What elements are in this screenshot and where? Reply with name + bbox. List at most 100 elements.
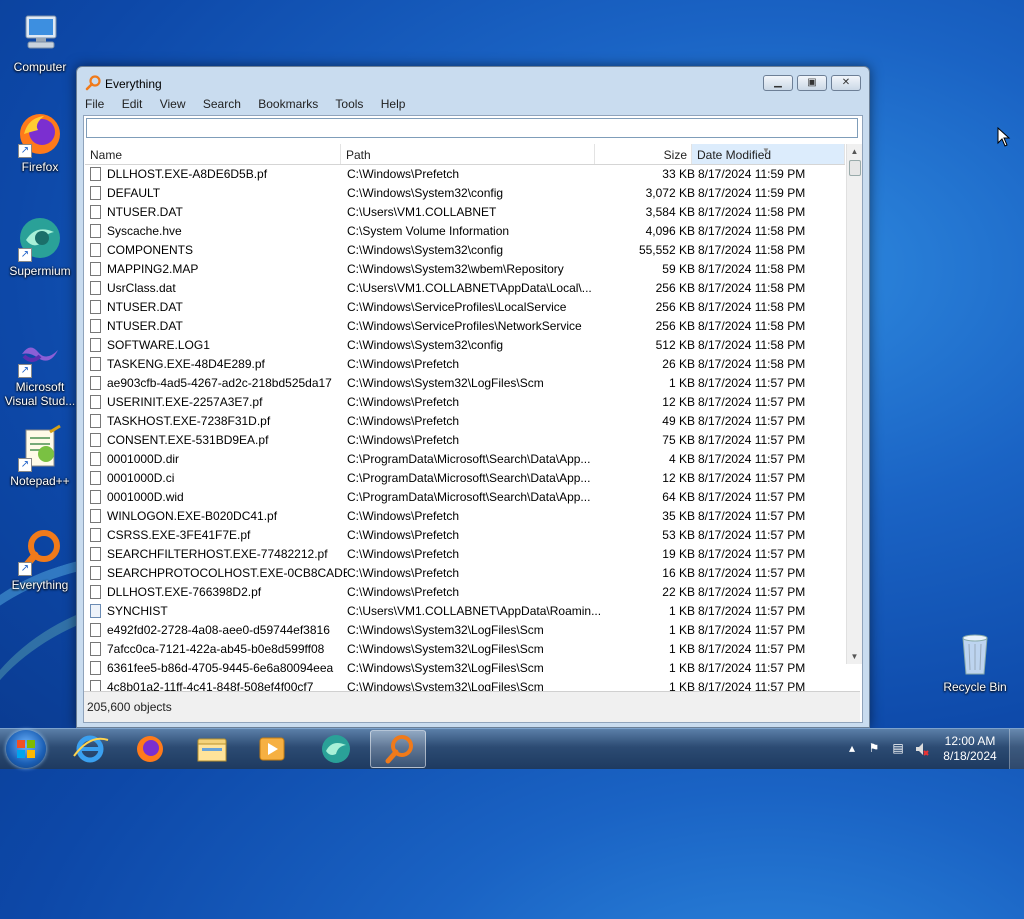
file-path-cell: C:\ProgramData\Microsoft\Search\Data\App… xyxy=(347,471,591,485)
maximize-button[interactable]: ▣ xyxy=(797,75,827,91)
table-row[interactable]: NTUSER.DAT C:\Windows\ServiceProfiles\Loc… xyxy=(85,298,845,317)
table-row[interactable]: NTUSER.DAT C:\Users\VM1.COLLABNET 3,584 KB… xyxy=(85,203,845,222)
start-button[interactable] xyxy=(6,730,46,768)
file-size-cell: 49 KB xyxy=(662,414,695,428)
table-row[interactable]: TASKHOST.EXE-7238F31D.pf C:\Windows\Prefe… xyxy=(85,412,845,431)
table-row[interactable]: SYNCHIST C:\Users\VM1.COLLABNET\AppData\R… xyxy=(85,602,845,621)
desktop-icon-recycle-bin[interactable]: Recycle Bin xyxy=(935,630,1015,694)
file-path-cell: C:\Windows\System32\config xyxy=(347,243,504,257)
table-row[interactable]: 7afcc0ca-7121-422a-ab45-b0e8d599ff08 C:\W… xyxy=(85,640,845,659)
table-row[interactable]: SEARCHPROTOCOLHOST.EXE-0CB8CADE... C:\Win… xyxy=(85,564,845,583)
file-size-cell: 3,072 KB xyxy=(645,186,695,200)
menu-view[interactable]: View xyxy=(160,97,186,111)
desktop-icon-notepad-plus-plus[interactable]: ↗ Notepad++ xyxy=(0,424,80,488)
desktop-icon-everything[interactable]: ↗ Everything xyxy=(0,528,80,592)
date-modified-cell: 8/17/2024 11:57 PM xyxy=(698,376,806,390)
file-path-cell: C:\ProgramData\Microsoft\Search\Data\App… xyxy=(347,490,591,504)
scrollbar-thumb[interactable] xyxy=(849,160,861,176)
table-row[interactable]: DEFAULT C:\Windows\System32\config 3,072 K… xyxy=(85,184,845,203)
volume-muted-icon[interactable] xyxy=(914,741,930,757)
file-size-cell: 1 KB xyxy=(668,661,695,675)
shortcut-arrow-icon: ↗ xyxy=(18,562,32,576)
date-modified-cell: 8/17/2024 11:59 PM xyxy=(698,167,806,181)
menu-bookmarks[interactable]: Bookmarks xyxy=(258,97,318,111)
file-icon xyxy=(90,414,101,428)
close-button[interactable]: ✕ xyxy=(831,75,861,91)
menu-edit[interactable]: Edit xyxy=(122,97,143,111)
menu-search[interactable]: Search xyxy=(203,97,241,111)
taskbar-internet-explorer[interactable] xyxy=(62,730,118,768)
date-modified-cell: 8/17/2024 11:58 PM xyxy=(698,205,806,219)
table-row[interactable]: DLLHOST.EXE-766398D2.pf C:\Windows\Prefet… xyxy=(85,583,845,602)
taskbar-everything[interactable] xyxy=(370,730,426,768)
supermium-icon xyxy=(322,735,350,763)
menu-tools[interactable]: Tools xyxy=(335,97,363,111)
date-modified-cell: 8/17/2024 11:58 PM xyxy=(698,357,806,371)
vertical-scrollbar[interactable]: ▲ ▼ xyxy=(846,144,862,664)
column-header-path[interactable]: Path xyxy=(341,144,595,164)
network-icon[interactable]: ▤ xyxy=(890,741,906,757)
table-row[interactable]: NTUSER.DAT C:\Windows\ServiceProfiles\Net… xyxy=(85,317,845,336)
date-modified-cell: 8/17/2024 11:57 PM xyxy=(698,433,806,447)
table-row[interactable]: SOFTWARE.LOG1 C:\Windows\System32\config 5… xyxy=(85,336,845,355)
table-row[interactable]: USERINIT.EXE-2257A3E7.pf C:\Windows\Prefe… xyxy=(85,393,845,412)
table-row[interactable]: 0001000D.wid C:\ProgramData\Microsoft\Sea… xyxy=(85,488,845,507)
shortcut-arrow-icon: ↗ xyxy=(18,458,32,472)
taskbar-supermium[interactable] xyxy=(308,730,364,768)
file-name-cell: SYNCHIST xyxy=(107,604,168,618)
show-desktop-button[interactable] xyxy=(1009,729,1024,769)
column-header-name[interactable]: Name xyxy=(85,144,341,164)
visual-studio-icon: ↗ xyxy=(16,330,64,378)
date-modified-cell: 8/17/2024 11:57 PM xyxy=(698,585,806,599)
desktop-icon-computer[interactable]: Computer xyxy=(0,10,80,74)
scroll-up-icon[interactable]: ▲ xyxy=(847,144,862,159)
table-row[interactable]: 0001000D.ci C:\ProgramData\Microsoft\Sear… xyxy=(85,469,845,488)
table-row[interactable]: TASKENG.EXE-48D4E289.pf C:\Windows\Prefet… xyxy=(85,355,845,374)
file-icon xyxy=(90,338,101,352)
table-row[interactable]: DLLHOST.EXE-A8DE6D5B.pf C:\Windows\Prefet… xyxy=(85,165,845,184)
file-size-cell: 16 KB xyxy=(662,566,695,580)
column-header-date-modified[interactable]: ▼ Date Modified xyxy=(692,144,845,164)
table-row[interactable]: COMPONENTS C:\Windows\System32\config 55,5… xyxy=(85,241,845,260)
file-icon xyxy=(90,604,101,618)
menu-help[interactable]: Help xyxy=(381,97,406,111)
table-row[interactable]: 0001000D.dir C:\ProgramData\Microsoft\Sea… xyxy=(85,450,845,469)
title-bar[interactable]: Everything ▁ ▣ ✕ xyxy=(77,67,869,95)
taskbar-firefox[interactable] xyxy=(122,730,178,768)
search-input[interactable] xyxy=(86,118,858,138)
action-center-flag-icon[interactable]: ⚑ xyxy=(866,741,882,757)
file-icon xyxy=(90,167,101,181)
file-name-cell: DLLHOST.EXE-766398D2.pf xyxy=(107,585,262,599)
file-name-cell: CSRSS.EXE-3FE41F7E.pf xyxy=(107,528,251,542)
file-name-cell: WINLOGON.EXE-B020DC41.pf xyxy=(107,509,278,523)
table-row[interactable]: Syscache.hve C:\System Volume Information… xyxy=(85,222,845,241)
desktop-icon-firefox[interactable]: ↗ Firefox xyxy=(0,110,80,174)
file-icon xyxy=(90,224,101,238)
file-icon xyxy=(90,433,101,447)
desktop-icon-supermium[interactable]: ↗ Supermium xyxy=(0,214,80,278)
file-name-cell: ae903cfb-4ad5-4267-ad2c-218bd525da17 xyxy=(107,376,332,390)
desktop-icon-visual-studio[interactable]: ↗ Microsoft Visual Stud... xyxy=(0,330,80,408)
table-row[interactable]: WINLOGON.EXE-B020DC41.pf C:\Windows\Prefe… xyxy=(85,507,845,526)
everything-window[interactable]: Everything ▁ ▣ ✕ File Edit View Search B… xyxy=(76,66,870,728)
results-list[interactable]: DLLHOST.EXE-A8DE6D5B.pf C:\Windows\Prefet… xyxy=(85,165,845,697)
taskbar-file-explorer[interactable] xyxy=(184,730,240,768)
column-header-size[interactable]: Size xyxy=(595,144,692,164)
show-hidden-icons-icon[interactable]: ▴ xyxy=(844,741,860,757)
desktop-icon-label: Everything xyxy=(11,578,69,592)
file-name-cell: NTUSER.DAT xyxy=(107,300,183,314)
taskbar-media-player[interactable] xyxy=(244,730,300,768)
table-row[interactable]: 6361fee5-b86d-4705-9445-6e6a80094eea C:\W… xyxy=(85,659,845,678)
table-row[interactable]: SEARCHFILTERHOST.EXE-77482212.pf C:\Windo… xyxy=(85,545,845,564)
table-row[interactable]: CSRSS.EXE-3FE41F7E.pf C:\Windows\Prefetch… xyxy=(85,526,845,545)
table-row[interactable]: UsrClass.dat C:\Users\VM1.COLLABNET\AppDa… xyxy=(85,279,845,298)
system-clock[interactable]: 12:00 AM 8/18/2024 xyxy=(940,734,1000,764)
date-modified-cell: 8/17/2024 11:58 PM xyxy=(698,338,806,352)
table-row[interactable]: CONSENT.EXE-531BD9EA.pf C:\Windows\Prefet… xyxy=(85,431,845,450)
table-row[interactable]: e492fd02-2728-4a08-aee0-d59744ef3816 C:\W… xyxy=(85,621,845,640)
minimize-button[interactable]: ▁ xyxy=(763,75,793,91)
table-row[interactable]: ae903cfb-4ad5-4267-ad2c-218bd525da17 C:\W… xyxy=(85,374,845,393)
scroll-down-icon[interactable]: ▼ xyxy=(847,649,862,664)
table-row[interactable]: MAPPING2.MAP C:\Windows\System32\wbem\Rep… xyxy=(85,260,845,279)
menu-file[interactable]: File xyxy=(85,97,104,111)
